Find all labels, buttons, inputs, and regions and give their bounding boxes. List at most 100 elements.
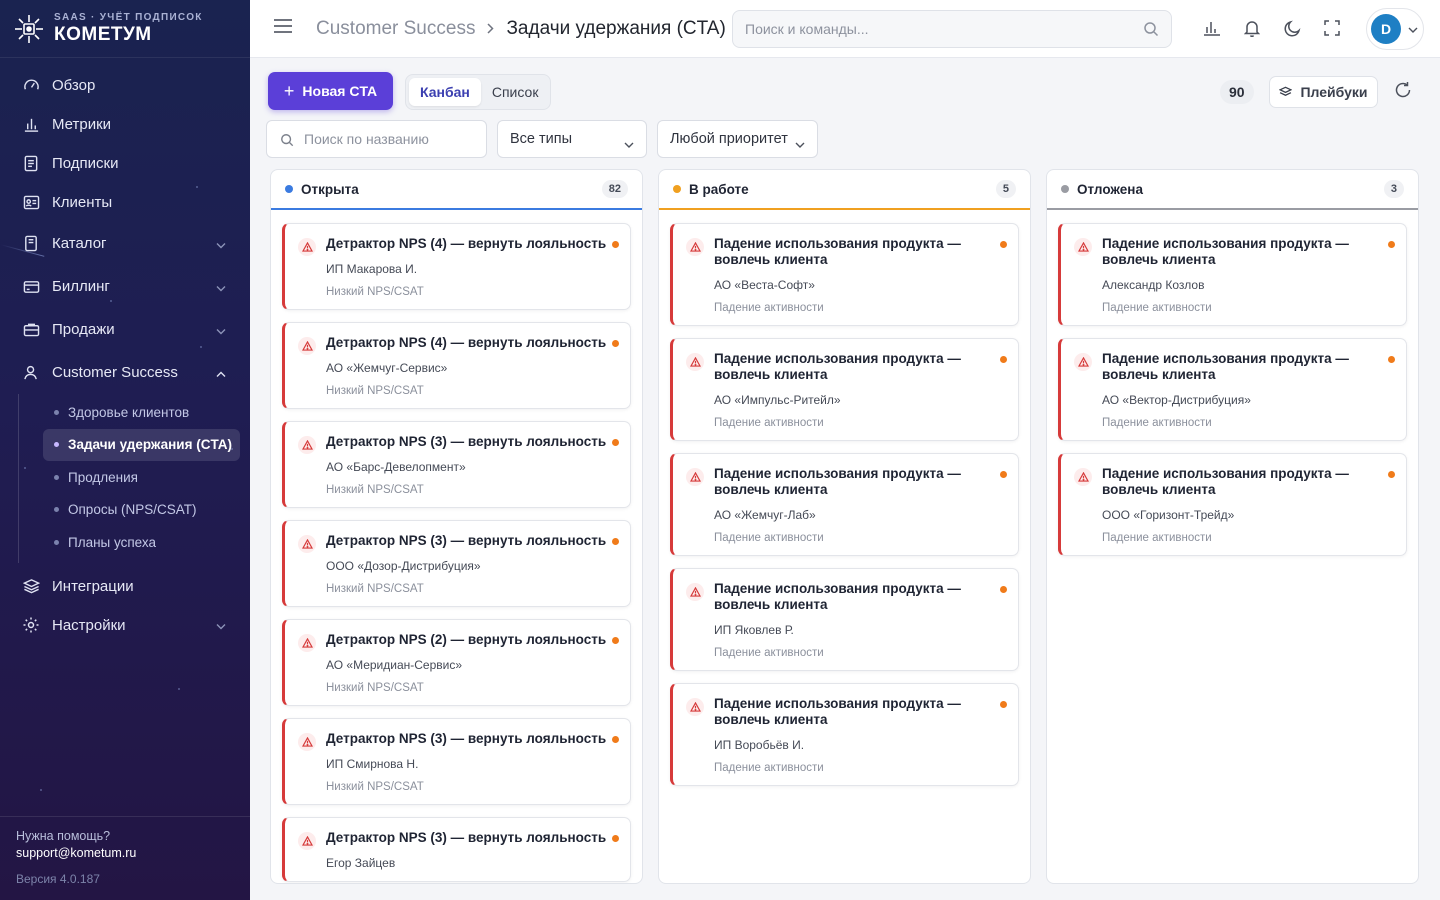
- brand-name: КОМЕТУМ: [54, 23, 152, 45]
- priority-dot: [1000, 701, 1007, 708]
- sidebar-item-metrics[interactable]: Метрики: [0, 105, 250, 144]
- column-cards: Детрактор NPS (4) — вернуть лояльность ИП…: [271, 210, 642, 882]
- cta-reason: Падение активности: [714, 532, 824, 544]
- kanban-column-open: Открыта 82 Детрактор NPS (4) — вернуть л…: [270, 169, 643, 884]
- catalog-icon: [22, 235, 40, 253]
- view-kanban-tab[interactable]: Канбан: [409, 78, 481, 106]
- sidebar-subitem-surveys[interactable]: Опросы (NPS/CSAT): [1, 494, 250, 527]
- bullet-dot: [54, 474, 59, 480]
- total-count-badge: 90: [1220, 80, 1254, 104]
- sidebar-item-settings[interactable]: Настройки: [0, 606, 250, 645]
- priority-dot: [612, 637, 619, 644]
- priority-select[interactable]: Любой приоритет: [657, 120, 818, 158]
- cta-card[interactable]: Падение использования продукта — вовлечь…: [670, 568, 1019, 671]
- brand[interactable]: SAAS · УЧЁТ ПОДПИСОК КОМЕТУМ: [0, 0, 250, 58]
- help-text: Нужна помощь?: [16, 829, 111, 843]
- cta-card[interactable]: Детрактор NPS (3) — вернуть лояльность ИП…: [282, 718, 631, 805]
- playbooks-button[interactable]: Плейбуки: [1269, 76, 1378, 108]
- sidebar-item-customer-success[interactable]: Customer Success: [0, 351, 250, 394]
- plus-icon: +: [283, 80, 295, 101]
- gear-icon: [22, 616, 40, 634]
- chevron-down-icon: [216, 278, 226, 295]
- chevron-down-icon: [1408, 20, 1418, 38]
- cta-card[interactable]: Детрактор NPS (3) — вернуть лояльность ОО…: [282, 520, 631, 607]
- menu-icon[interactable]: [274, 19, 298, 38]
- search-placeholder: Поиск и команды...: [745, 21, 869, 37]
- bullet-dot: [54, 409, 59, 415]
- bell-icon[interactable]: [1242, 18, 1262, 38]
- chevron-up-icon: [216, 364, 226, 381]
- sidebar-item-overview[interactable]: Обзор: [0, 66, 250, 105]
- cta-client: ИП Яковлев Р.: [714, 623, 794, 637]
- sidebar-subitem-renewals[interactable]: Продления: [1, 461, 250, 494]
- new-cta-button[interactable]: + Новая CTA: [268, 72, 393, 110]
- sidebar-item-sales[interactable]: Продажи: [0, 308, 250, 351]
- sidebar-item-subscriptions[interactable]: Подписки: [0, 144, 250, 183]
- warning-icon: [298, 337, 316, 355]
- sidebar-item-clients[interactable]: Клиенты: [0, 183, 250, 222]
- page-title: Задачи удержания (CTA): [506, 17, 726, 39]
- sidebar-subitem-retention-tasks[interactable]: Задачи удержания (CTA): [43, 428, 240, 461]
- cta-client: Александр Козлов: [1102, 278, 1205, 292]
- sidebar-item-billing[interactable]: Биллинг: [0, 265, 250, 308]
- cta-title: Падение использования продукта — вовлечь…: [714, 351, 961, 382]
- breadcrumb-parent[interactable]: Customer Success: [316, 18, 475, 40]
- global-search-input[interactable]: Поиск и команды...: [732, 10, 1172, 48]
- priority-dot: [612, 835, 619, 842]
- cta-card[interactable]: Падение использования продукта — вовлечь…: [1058, 453, 1407, 556]
- sidebar-item-integrations[interactable]: Интеграции: [0, 567, 250, 606]
- moon-icon[interactable]: [1282, 18, 1302, 38]
- comet-logo-icon: [12, 12, 46, 46]
- cta-title: Детрактор NPS (3) — вернуть лояльность: [326, 434, 607, 449]
- sidebar-item-label: Продажи: [52, 321, 115, 338]
- sidebar-item-label: Каталог: [52, 235, 107, 252]
- refresh-icon[interactable]: [1394, 81, 1414, 101]
- document-icon: [22, 155, 40, 173]
- cta-card[interactable]: Детрактор NPS (4) — вернуть лояльность ИП…: [282, 223, 631, 310]
- cta-reason: Низкий NPS/CSAT: [326, 286, 424, 298]
- warning-icon: [298, 832, 316, 850]
- kanban-column-in-progress: В работе 5 Падение использования продукт…: [658, 169, 1031, 884]
- column-count-badge: 5: [995, 180, 1016, 198]
- briefcase-icon: [22, 321, 40, 339]
- cta-reason: Падение активности: [714, 647, 824, 659]
- cta-title: Падение использования продукта — вовлечь…: [714, 466, 961, 497]
- cta-client: АО «Импульс-Ритейл»: [714, 393, 841, 407]
- version-label: Версия 4.0.187: [16, 872, 100, 886]
- cta-title: Падение использования продукта — вовлечь…: [714, 581, 961, 612]
- support-email-link[interactable]: support@kometum.ru: [16, 846, 234, 860]
- cta-card[interactable]: Падение использования продукта — вовлечь…: [670, 338, 1019, 441]
- cta-card[interactable]: Падение использования продукта — вовлечь…: [670, 453, 1019, 556]
- sidebar-subitem-client-health[interactable]: Здоровье клиентов: [1, 396, 250, 429]
- sidebar-item-label: Метрики: [52, 116, 112, 133]
- kanban-column-postponed: Отложена 3 Падение использования продукт…: [1046, 169, 1419, 884]
- warning-icon: [298, 238, 316, 256]
- cta-card[interactable]: Детрактор NPS (3) — вернуть лояльность АО…: [282, 421, 631, 508]
- cta-card[interactable]: Падение использования продукта — вовлечь…: [670, 223, 1019, 326]
- cta-card[interactable]: Падение использования продукта — вовлечь…: [670, 683, 1019, 786]
- chevron-down-icon: [216, 617, 226, 634]
- cta-card[interactable]: Падение использования продукта — вовлечь…: [1058, 223, 1407, 326]
- priority-dot: [1000, 586, 1007, 593]
- sidebar-item-catalog[interactable]: Каталог: [0, 222, 250, 265]
- view-list-tab[interactable]: Список: [481, 78, 550, 106]
- fullscreen-icon[interactable]: [1322, 18, 1342, 38]
- board-toolbar: + Новая CTA Канбан Список 90 Плейбуки: [268, 72, 1422, 112]
- sidebar-subitem-success-plans[interactable]: Планы успеха: [1, 526, 250, 559]
- sidebar-subitem-label: Планы успеха: [68, 534, 156, 550]
- gauge-icon: [22, 77, 40, 95]
- analytics-icon[interactable]: [1202, 18, 1222, 38]
- cta-card[interactable]: Детрактор NPS (3) — вернуть лояльность Ег…: [282, 817, 631, 882]
- user-menu-button[interactable]: D: [1366, 8, 1424, 50]
- cta-client: Егор Зайцев: [326, 856, 396, 870]
- cta-card[interactable]: Детрактор NPS (2) — вернуть лояльность АО…: [282, 619, 631, 706]
- type-select[interactable]: Все типы: [497, 120, 647, 158]
- cta-client: ИП Макарова И.: [326, 262, 418, 276]
- sidebar-subitem-label: Опросы (NPS/CSAT): [68, 502, 197, 518]
- column-title: В работе: [689, 181, 749, 197]
- warning-icon: [686, 468, 704, 486]
- title-search-input[interactable]: Поиск по названию: [266, 120, 487, 158]
- chevron-right-icon: [487, 18, 495, 40]
- cta-card[interactable]: Детрактор NPS (4) — вернуть лояльность АО…: [282, 322, 631, 409]
- cta-card[interactable]: Падение использования продукта — вовлечь…: [1058, 338, 1407, 441]
